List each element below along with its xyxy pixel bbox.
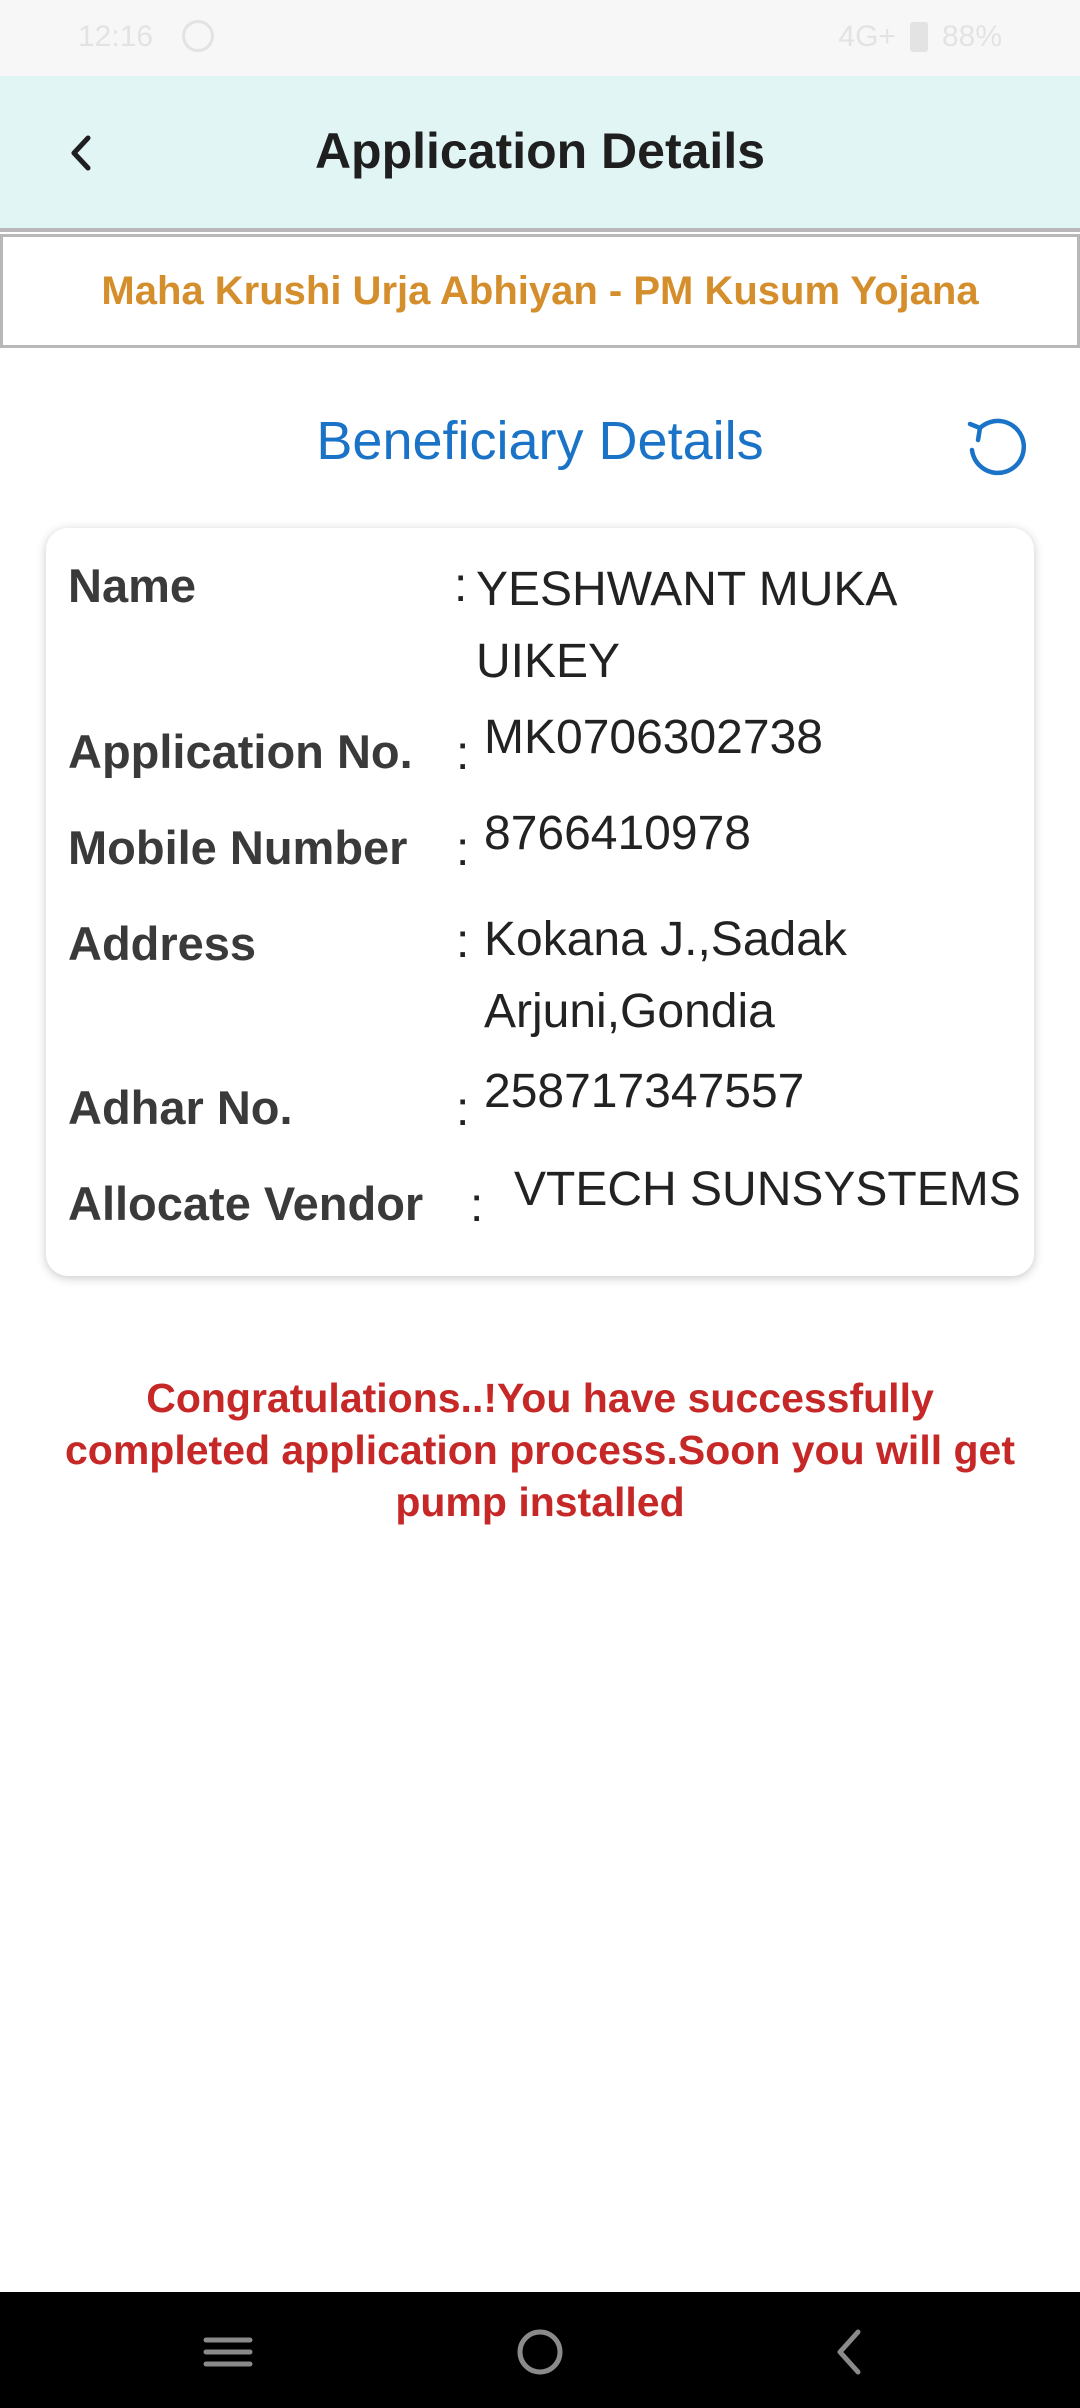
status-icons: 4G+ 88% [838, 20, 1002, 54]
recent-apps-button[interactable] [198, 2322, 258, 2382]
refresh-button[interactable] [960, 410, 1032, 482]
beneficiary-details-card: Name : YESHWANT MUKA UIKEY Application N… [46, 528, 1034, 1276]
detail-colon: : [470, 1179, 484, 1232]
detail-value: VTECH SUNSYSTEMS [514, 1163, 1021, 1216]
detail-value: Kokana J.,Sadak Arjuni,Gondia [484, 913, 847, 1038]
scheme-title: Maha Krushi Urja Abhiyan - PM Kusum Yoja… [101, 268, 979, 313]
success-message: Congratulations..!You have successfully … [65, 1375, 1015, 1525]
status-time: 12:16 [78, 20, 154, 53]
detail-value: MK0706302738 [484, 711, 823, 764]
app-bar: Application Details [0, 76, 1080, 232]
chevron-left-icon [837, 2329, 861, 2375]
status-bar: 12:16 4G+ 88% [0, 0, 1080, 76]
whatsapp-notification-icon [182, 20, 214, 52]
battery-level: 88% [941, 20, 1002, 53]
detail-label: Allocate Vendor [68, 1177, 424, 1230]
detail-label: Adhar No. [68, 1081, 293, 1134]
detail-colon: : [456, 823, 470, 876]
system-back-button[interactable] [820, 2322, 880, 2382]
detail-value: 258717347557 [484, 1065, 805, 1118]
network-type: 4G+ [838, 20, 896, 53]
detail-colon: : [456, 1083, 470, 1136]
detail-value: YESHWANT MUKA UIKEY [476, 563, 895, 688]
detail-label: Address [68, 917, 257, 970]
detail-label: Name [68, 559, 197, 612]
home-circle-icon [517, 2329, 563, 2375]
detail-label: Application No. [68, 725, 413, 778]
menu-icon [203, 2337, 253, 2367]
detail-value: 8766410978 [484, 807, 751, 860]
detail-label: Mobile Number [68, 821, 408, 874]
section-title: Beneficiary Details [316, 411, 764, 471]
detail-colon: : [454, 559, 468, 612]
detail-colon: : [456, 727, 470, 780]
battery-icon [909, 22, 928, 52]
scheme-banner: Maha Krushi Urja Abhiyan - PM Kusum Yoja… [0, 234, 1080, 348]
home-button[interactable] [510, 2322, 570, 2382]
refresh-icon [967, 418, 1027, 476]
page-title: Application Details [314, 123, 766, 179]
system-navigation-bar [0, 2292, 1080, 2408]
detail-colon: : [456, 915, 470, 968]
